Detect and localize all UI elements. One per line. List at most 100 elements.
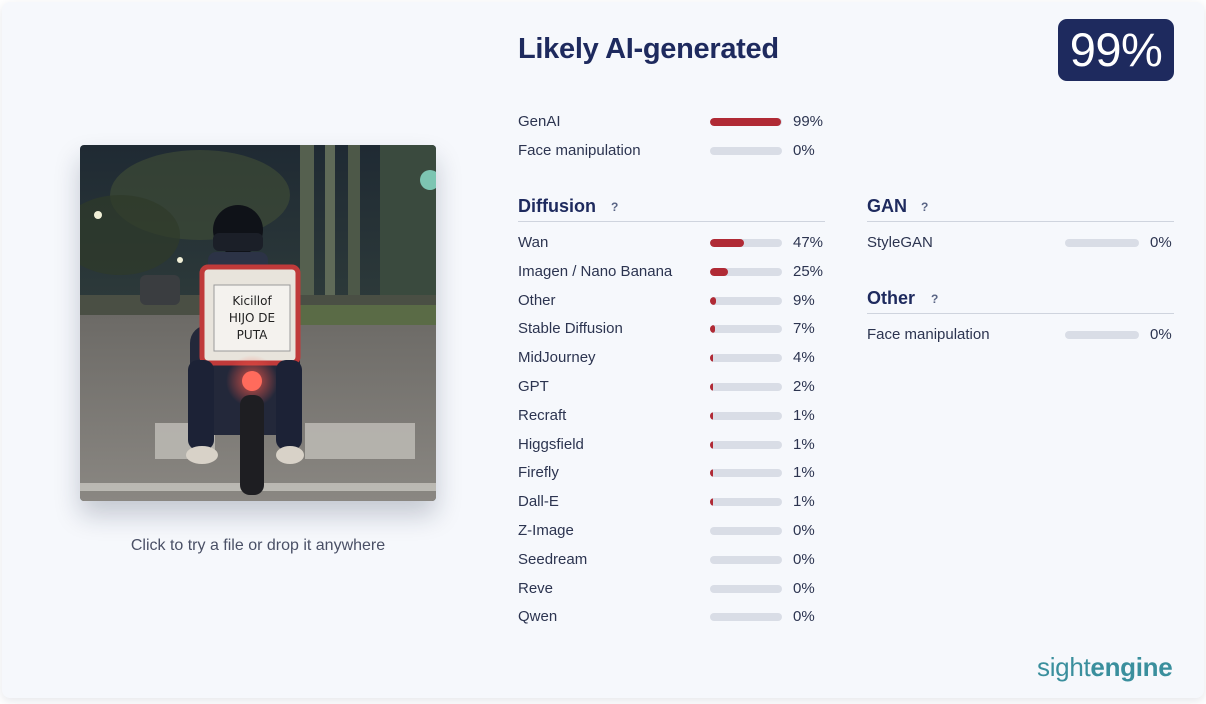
help-icon[interactable]: ? <box>611 198 618 216</box>
progress-track <box>710 267 782 276</box>
progress-fill <box>710 118 782 126</box>
diffusion-row: Higgsfield 1% <box>518 435 828 455</box>
progress-track <box>710 354 782 363</box>
row-label: MidJourney <box>518 349 596 367</box>
row-label: Z-Image <box>518 522 574 539</box>
row-label: Higgsfield <box>518 435 584 453</box>
row-percent: 0% <box>1150 234 1172 251</box>
progress-track <box>710 118 782 126</box>
row-label: Stable Diffusion <box>518 320 623 338</box>
row-label: Qwen <box>518 608 558 626</box>
row-label: Other <box>518 291 556 309</box>
diffusion-row: GPT 2% <box>518 377 828 397</box>
row-percent: 0% <box>793 608 815 626</box>
row-percent: 1% <box>793 493 815 511</box>
gan-row-stylegan: StyleGAN 0% <box>867 233 1174 253</box>
row-percent: 4% <box>793 349 815 367</box>
row-label: GenAI <box>518 113 561 130</box>
section-title: GAN <box>867 196 907 216</box>
row-percent: 0% <box>793 579 815 597</box>
row-percent: 99% <box>793 113 824 130</box>
row-percent: 2% <box>793 378 815 395</box>
progress-track <box>710 584 782 593</box>
help-icon[interactable]: ? <box>931 290 938 308</box>
progress-track <box>1065 331 1139 339</box>
diffusion-row: Reve 0% <box>518 579 828 599</box>
section-diffusion: Diffusion ? <box>518 194 825 222</box>
progress-track <box>710 325 782 334</box>
diffusion-row: MidJourney 4% <box>518 348 828 368</box>
row-label: Face manipulation <box>867 326 990 343</box>
progress-fill <box>710 239 744 247</box>
summary-row-genai: GenAI 99% <box>518 112 828 132</box>
row-label: Reve <box>518 579 554 597</box>
progress-track <box>1065 239 1139 247</box>
diffusion-row: Recraft 1% <box>518 406 828 426</box>
row-label: Seedream <box>518 550 588 568</box>
diffusion-row: Firefly 1% <box>518 463 828 483</box>
section-gan: GAN ? <box>867 194 1174 222</box>
row-percent: 0% <box>1150 326 1172 343</box>
progress-track <box>710 555 782 564</box>
score-badge: 99% <box>1058 19 1174 81</box>
row-label: Face manipulation <box>518 142 641 159</box>
diffusion-row: Dall-E 1% <box>518 492 828 512</box>
section-other: Other ? <box>867 286 1174 314</box>
progress-track <box>710 383 782 391</box>
progress-track <box>710 147 782 155</box>
row-percent: 25% <box>793 262 824 280</box>
diffusion-row: Z-Image 0% <box>518 521 828 541</box>
diffusion-row: Qwen 0% <box>518 607 828 627</box>
row-percent: 0% <box>793 550 815 568</box>
sign-line-3: PUTA <box>237 328 268 342</box>
other-row-face-manipulation: Face manipulation 0% <box>867 325 1174 345</box>
progress-track <box>710 613 782 622</box>
section-title: Other <box>867 288 916 308</box>
row-percent: 0% <box>793 142 815 159</box>
progress-fill <box>710 411 713 420</box>
progress-track <box>710 411 782 420</box>
row-label: Imagen / Nano Banana <box>518 262 673 280</box>
progress-fill <box>710 440 713 449</box>
summary-row-face-manipulation: Face manipulation 0% <box>518 141 828 161</box>
uploaded-image[interactable]: Kicillof HIJO DE PUTA <box>80 145 436 501</box>
row-label: Dall-E <box>518 493 559 511</box>
drop-hint[interactable]: Click to try a file or drop it anywhere <box>80 537 436 555</box>
progress-fill <box>710 383 713 391</box>
progress-fill <box>710 267 728 276</box>
progress-track <box>710 527 782 535</box>
row-percent: 9% <box>793 291 815 309</box>
progress-fill <box>710 498 713 507</box>
progress-fill <box>710 296 717 305</box>
row-label: Recraft <box>518 406 567 424</box>
brand-logo[interactable]: sightengine <box>1037 652 1173 683</box>
section-title: Diffusion <box>518 196 596 216</box>
row-label: Wan <box>518 234 549 251</box>
diffusion-row: Other 9% <box>518 291 828 311</box>
progress-track <box>710 440 782 449</box>
progress-track <box>710 296 782 305</box>
diffusion-row: Wan 47% <box>518 233 828 253</box>
progress-track <box>710 469 782 478</box>
row-percent: 1% <box>793 435 815 453</box>
uploaded-photo: Kicillof HIJO DE PUTA <box>80 145 436 501</box>
row-label: GPT <box>518 378 549 395</box>
help-icon[interactable]: ? <box>921 198 928 216</box>
sign-line-2: HIJO DE <box>229 311 275 325</box>
row-percent: 47% <box>793 234 824 251</box>
progress-fill <box>710 469 713 478</box>
brand-part-2: engine <box>1090 652 1173 682</box>
row-label: StyleGAN <box>867 234 933 251</box>
row-percent: 0% <box>793 522 815 539</box>
diffusion-row: Stable Diffusion 7% <box>518 319 828 339</box>
verdict-title: Likely AI-generated <box>518 33 779 65</box>
progress-fill <box>710 325 716 334</box>
progress-track <box>710 498 782 507</box>
diffusion-row: Imagen / Nano Banana 25% <box>518 262 828 282</box>
progress-track <box>710 239 782 247</box>
progress-fill <box>710 354 713 363</box>
sign-line-1: Kicillof <box>232 294 272 308</box>
brand-part-1: sight <box>1037 652 1091 682</box>
row-label: Firefly <box>518 464 559 482</box>
row-percent: 1% <box>793 406 815 424</box>
